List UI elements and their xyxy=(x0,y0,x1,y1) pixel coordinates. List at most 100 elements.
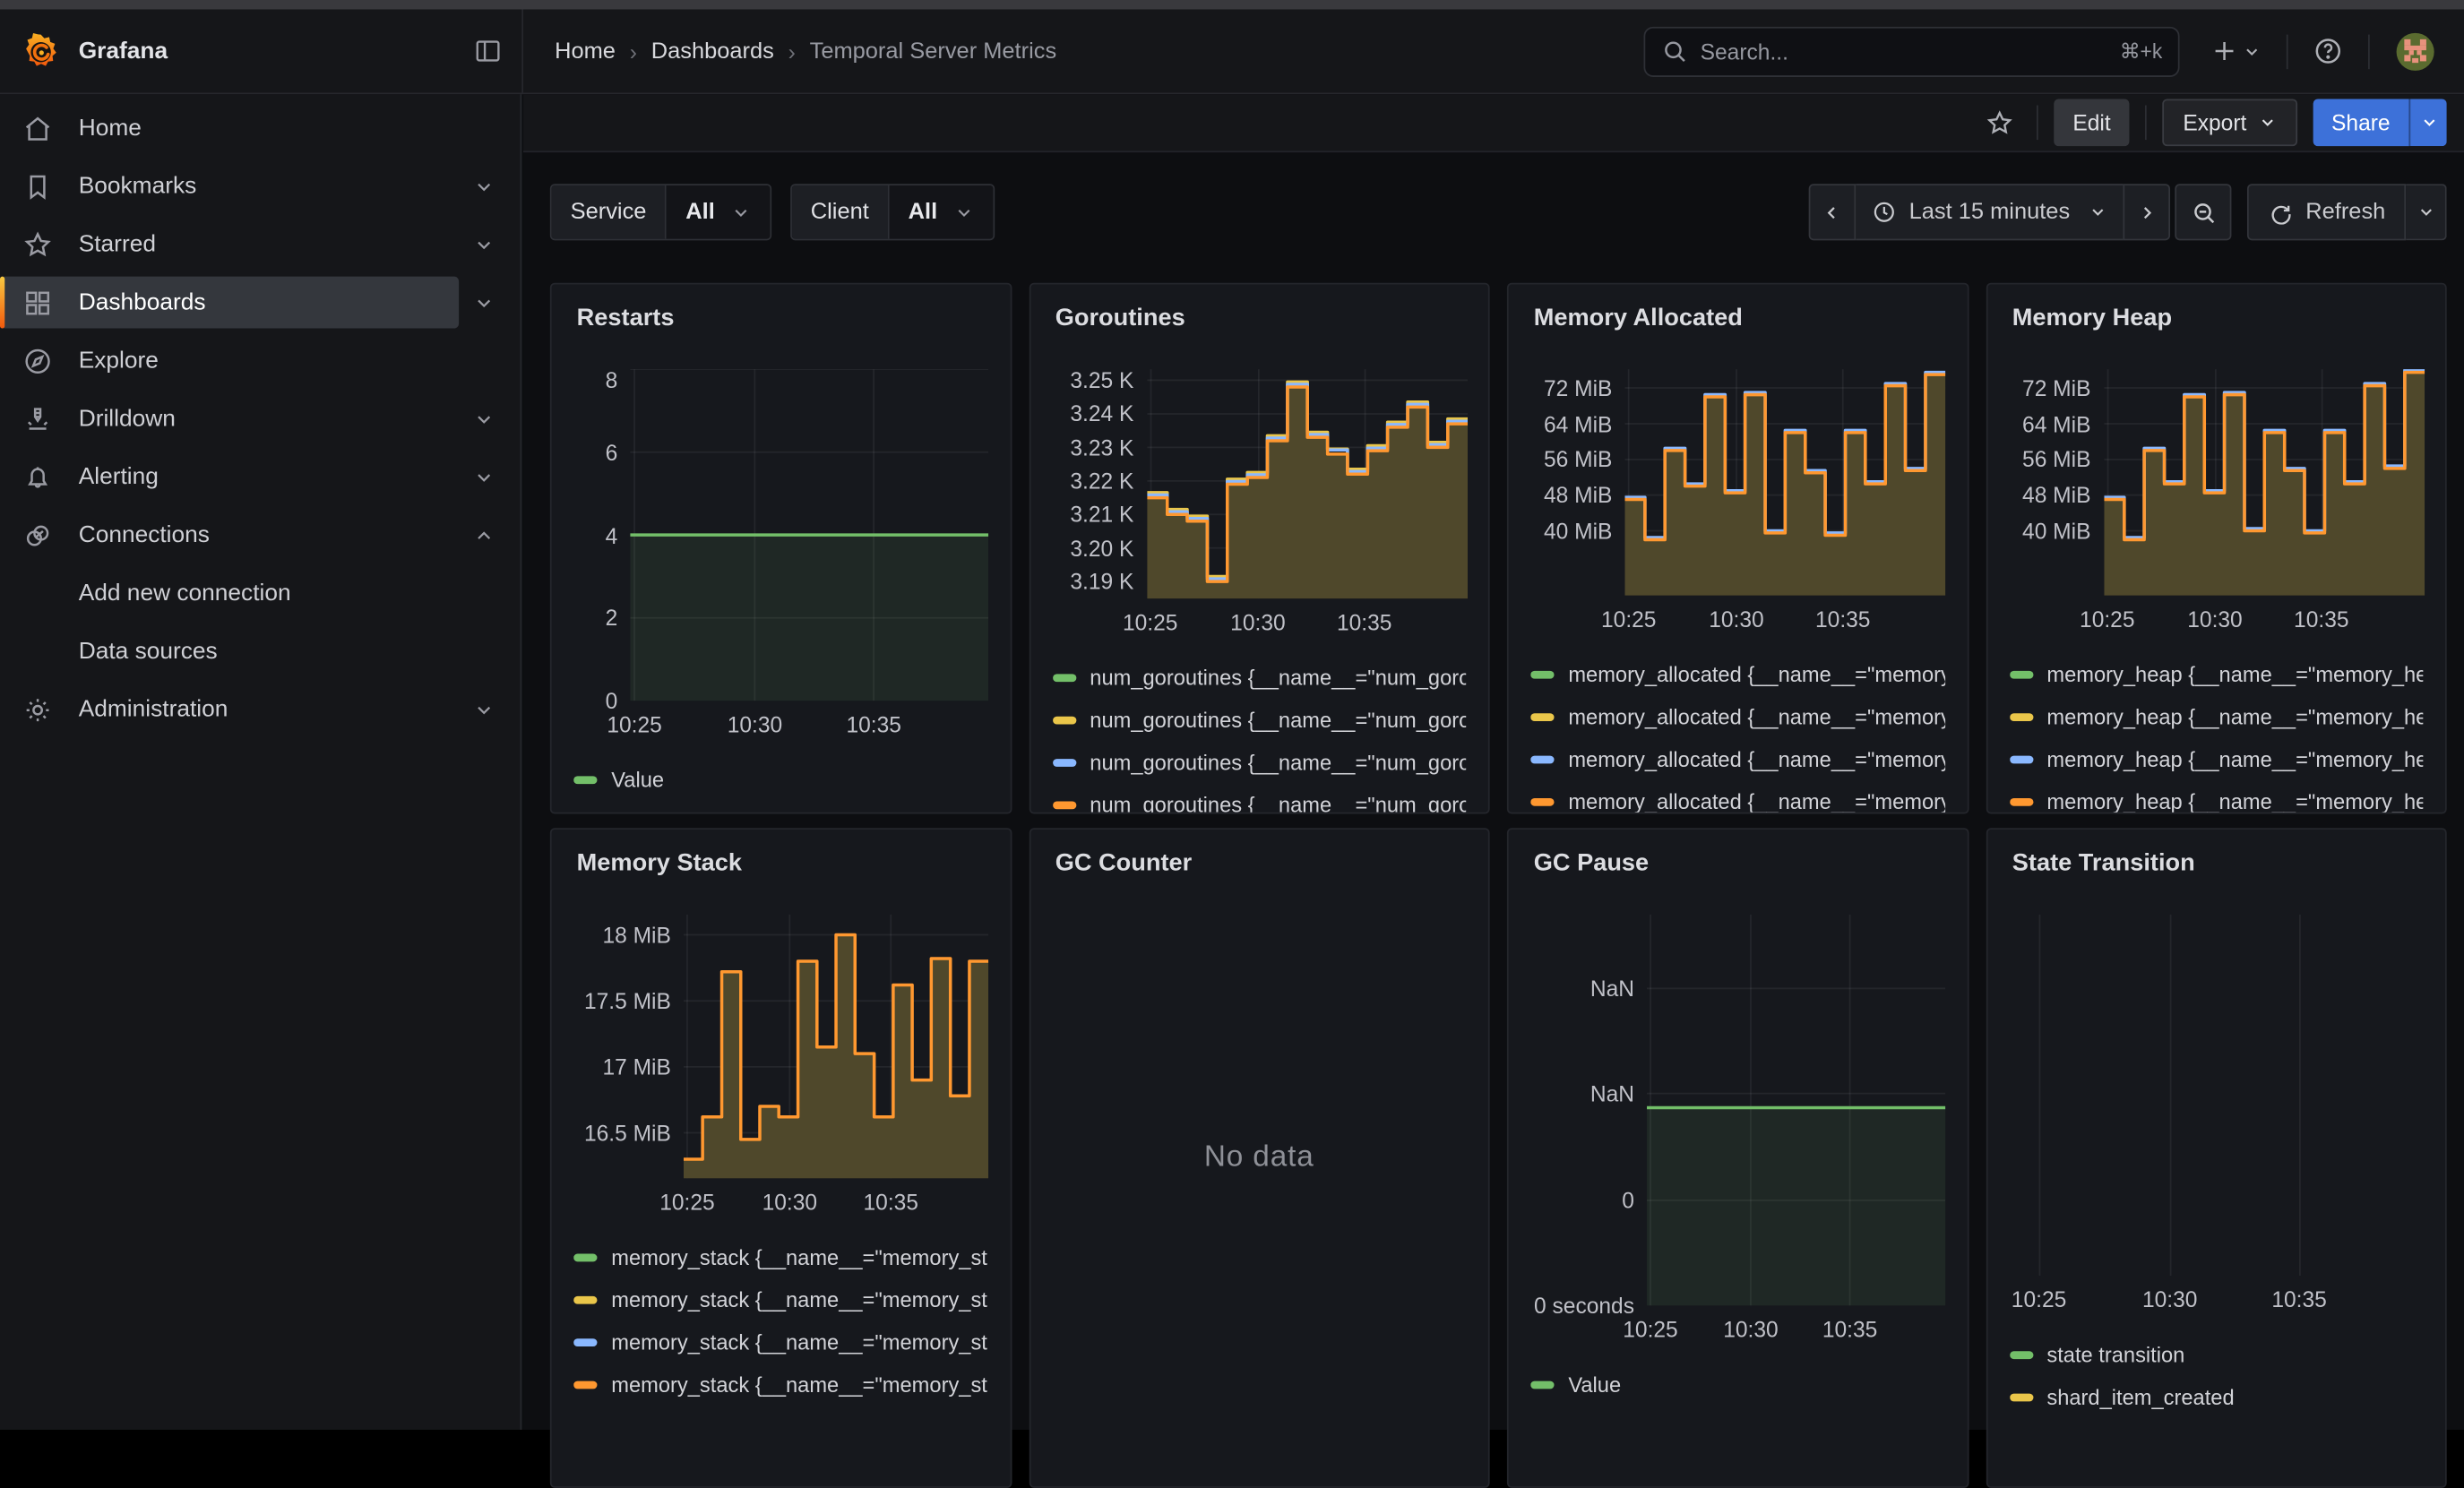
legend-item[interactable]: memory_stack {__name__="memory_st xyxy=(573,1363,987,1406)
sidebar-item-bookmarks[interactable]: Bookmarks xyxy=(0,157,521,215)
sidebar-item-home[interactable]: Home xyxy=(0,99,521,157)
share-button[interactable]: Share xyxy=(2313,99,2409,146)
y-tick-label: 8 xyxy=(573,367,617,392)
sidebar-item-explore[interactable]: Explore xyxy=(0,331,521,390)
chart-svg[interactable] xyxy=(1647,915,1945,1306)
favorite-star-icon[interactable] xyxy=(1978,108,2020,137)
legend-item[interactable]: memory_heap {__name__="memory_hea xyxy=(2009,696,2423,738)
chevron-down-icon[interactable] xyxy=(473,176,495,198)
breadcrumb-home[interactable]: Home xyxy=(555,39,616,64)
legend-label: Value xyxy=(611,769,987,792)
chart-svg[interactable] xyxy=(684,915,988,1179)
chevron-up-icon[interactable] xyxy=(473,524,495,546)
legend: Value xyxy=(573,759,987,801)
legend-item[interactable]: num_goroutines {__name__="num_gorout xyxy=(1052,784,1466,813)
legend-item[interactable]: state transition xyxy=(2009,1334,2423,1376)
legend-item[interactable]: memory_stack {__name__="memory_st xyxy=(573,1279,987,1321)
edit-button[interactable]: Edit xyxy=(2054,99,2129,146)
header-icons xyxy=(2201,26,2445,76)
add-button[interactable] xyxy=(2201,26,2270,76)
header-main: Home › Dashboards › Temporal Server Metr… xyxy=(521,10,2464,93)
legend-item[interactable]: Value xyxy=(573,759,987,801)
time-shift-back-button[interactable] xyxy=(1808,184,1856,240)
legend-item[interactable]: num_goroutines {__name__="num_gorout xyxy=(1052,657,1466,699)
sidebar-item-dashboards[interactable]: Dashboards xyxy=(0,273,521,331)
chevron-down-icon[interactable] xyxy=(473,466,495,488)
panel-memory-heap[interactable]: Memory Heap 10:2510:3010:3572 MiB64 MiB5… xyxy=(1986,283,2447,814)
x-tick-label: 10:30 xyxy=(728,711,782,736)
service-filter-value[interactable]: All xyxy=(667,185,770,239)
chevron-down-icon[interactable] xyxy=(473,291,495,314)
panel-title[interactable]: Memory Heap xyxy=(2009,284,2423,350)
panel-title[interactable]: Goroutines xyxy=(1052,284,1466,350)
chart: 10:2510:3010:35NaNNaN00 seconds xyxy=(1530,915,1944,1353)
legend-item[interactable]: memory_allocated {__name__="memory_a xyxy=(1530,781,1944,814)
search-input[interactable]: Search... ⌘+k xyxy=(1644,26,2180,76)
x-tick-label: 10:30 xyxy=(1723,1317,1778,1342)
panel-title[interactable]: Memory Stack xyxy=(573,830,987,896)
legend-item[interactable]: num_goroutines {__name__="num_gorout xyxy=(1052,742,1466,784)
panel-title[interactable]: GC Pause xyxy=(1530,830,1944,896)
panel-memory-allocated[interactable]: Memory Allocated 10:2510:3010:3572 MiB64… xyxy=(1507,283,1969,814)
sidebar-collapse-icon[interactable] xyxy=(473,36,503,65)
zoom-out-button[interactable] xyxy=(2175,184,2232,240)
legend-item[interactable]: num_goroutines {__name__="num_gorout xyxy=(1052,699,1466,741)
refresh-interval-dropdown[interactable] xyxy=(2406,184,2447,240)
sidebar-item-add-new-connection[interactable]: Add new connection xyxy=(0,564,521,623)
legend-item[interactable]: Value xyxy=(1530,1363,1944,1406)
sidebar-item-alerting[interactable]: Alerting xyxy=(0,448,521,506)
legend-item[interactable]: memory_stack {__name__="memory_st xyxy=(573,1321,987,1363)
breadcrumb-dashboards[interactable]: Dashboards xyxy=(651,39,774,64)
legend-item[interactable]: shard_item_created xyxy=(2009,1376,2423,1418)
panel-memory-stack[interactable]: Memory Stack 10:2510:3010:3518 MiB17.5 M… xyxy=(550,828,1012,1488)
y-tick-label: NaN xyxy=(1530,976,1634,1001)
sidebar-item-starred[interactable]: Starred xyxy=(0,215,521,273)
client-filter-value[interactable]: All xyxy=(890,185,993,239)
chevron-down-icon[interactable] xyxy=(473,233,495,255)
chart-svg[interactable] xyxy=(2104,369,2425,596)
user-avatar[interactable] xyxy=(2385,26,2445,76)
legend-item[interactable]: memory_allocated {__name__="memory_a xyxy=(1530,696,1944,738)
panel-title[interactable]: Memory Allocated xyxy=(1530,284,1944,350)
help-button[interactable] xyxy=(2304,26,2352,76)
chevron-down-icon[interactable] xyxy=(473,699,495,721)
y-tick-label: 3.19 K xyxy=(1052,569,1133,594)
legend-item[interactable]: memory_stack {__name__="memory_st xyxy=(573,1236,987,1278)
sidebar-item-data-sources[interactable]: Data sources xyxy=(0,623,521,681)
legend-item[interactable]: memory_allocated {__name__="memory_a xyxy=(1530,738,1944,780)
panel-title[interactable]: Restarts xyxy=(573,284,987,350)
sidebar-item-connections[interactable]: Connections xyxy=(0,506,521,564)
divider xyxy=(2037,106,2038,141)
legend-item[interactable]: memory_heap {__name__="memory_hea xyxy=(2009,738,2423,780)
chart-svg[interactable] xyxy=(2034,915,2424,1276)
client-filter[interactable]: Client All xyxy=(790,184,994,240)
panel-title[interactable]: State Transition xyxy=(2009,830,2423,896)
legend-item[interactable]: memory_heap {__name__="memory_hea xyxy=(2009,781,2423,814)
panel-restarts[interactable]: Restarts 10:2510:3010:3586420 Value xyxy=(550,283,1012,814)
no-data-message: No data xyxy=(1030,830,1488,1486)
refresh-button[interactable]: Refresh xyxy=(2247,184,2406,240)
service-filter[interactable]: Service All xyxy=(550,184,771,240)
time-range-picker[interactable]: Last 15 minutes xyxy=(1856,184,2124,240)
x-tick-label: 10:30 xyxy=(2142,1286,2197,1312)
export-button[interactable]: Export xyxy=(2163,99,2297,146)
x-tick-label: 10:35 xyxy=(2294,606,2348,632)
sidebar-item-drilldown[interactable]: Drilldown xyxy=(0,390,521,448)
time-shift-forward-button[interactable] xyxy=(2124,184,2171,240)
legend-color-marker xyxy=(573,1339,597,1346)
panel-gc-counter[interactable]: GC Counter No data xyxy=(1029,828,1490,1488)
sidebar-item-administration[interactable]: Administration xyxy=(0,680,521,738)
panel-goroutines[interactable]: Goroutines 10:2510:3010:353.25 K3.24 K3.… xyxy=(1029,283,1490,814)
chevron-down-icon[interactable] xyxy=(473,408,495,430)
share-dropdown-button[interactable] xyxy=(2409,99,2447,146)
legend-item[interactable]: memory_heap {__name__="memory_hea xyxy=(2009,654,2423,696)
chart-svg[interactable] xyxy=(630,369,988,701)
legend-label: shard_item_created xyxy=(2046,1386,2423,1409)
panel-state-transition[interactable]: State Transition 10:2510:3010:35 state t… xyxy=(1986,828,2447,1488)
search-icon xyxy=(1661,38,1688,65)
chart-svg[interactable] xyxy=(1624,369,1945,596)
y-tick-label: 2 xyxy=(573,606,617,631)
legend-item[interactable]: memory_allocated {__name__="memory_a xyxy=(1530,654,1944,696)
chart-svg[interactable] xyxy=(1146,369,1467,598)
panel-gc-pause[interactable]: GC Pause 10:2510:3010:35NaNNaN00 seconds… xyxy=(1507,828,1969,1488)
